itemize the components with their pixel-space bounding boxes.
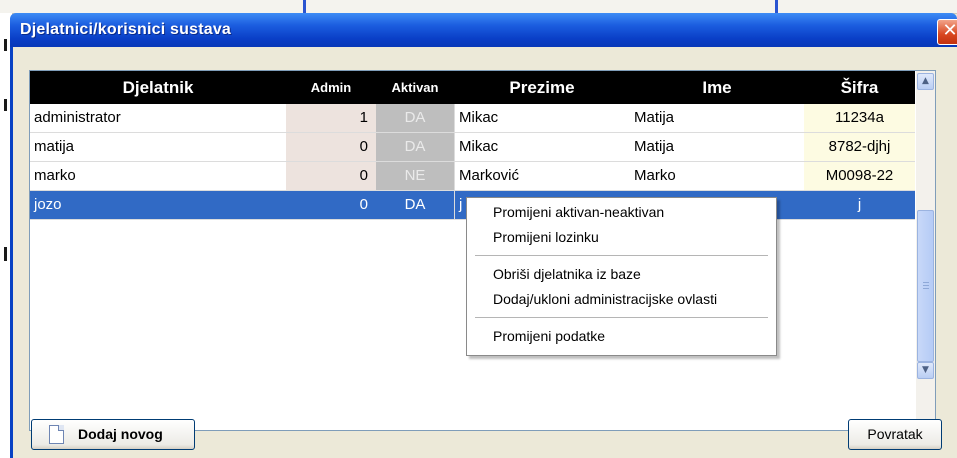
- close-icon: ✕: [942, 20, 957, 41]
- cell-sifra: 11234a: [804, 104, 915, 132]
- context-menu: Promijeni aktivan-neaktivan Promijeni lo…: [466, 197, 777, 356]
- scroll-down-button[interactable]: ▼: [917, 362, 934, 379]
- scroll-up-button[interactable]: ▲: [917, 73, 934, 90]
- cell-ime: Matija: [634, 109, 675, 126]
- cell-djelatnik: marko: [34, 167, 76, 184]
- back-button[interactable]: Povratak: [848, 419, 942, 450]
- cell-djelatnik: matija: [34, 138, 75, 155]
- background-marker: [4, 39, 7, 51]
- cell-djelatnik: administrator: [34, 109, 121, 126]
- cell-admin: 0: [286, 162, 376, 190]
- add-new-button[interactable]: Dodaj novog: [31, 419, 195, 450]
- background-marker: [4, 99, 7, 111]
- cell-prezime: Mikac: [454, 104, 630, 132]
- table-row[interactable]: marko 0 NE Marković Marko M0098-22: [30, 162, 915, 191]
- cell-djelatnik: jozo: [34, 196, 62, 213]
- title-bar[interactable]: Djelatnici/korisnici sustava ✕: [10, 13, 957, 47]
- grip-line: [923, 288, 929, 289]
- document-icon: [49, 425, 64, 444]
- menu-item-toggle-active[interactable]: Promijeni aktivan-neaktivan: [493, 202, 664, 222]
- menu-separator: [475, 255, 768, 256]
- window-title: Djelatnici/korisnici sustava: [20, 21, 232, 38]
- menu-item-admin-rights[interactable]: Dodaj/ukloni administracijske ovlasti: [493, 289, 717, 309]
- menu-item-delete-employee[interactable]: Obriši djelatnika iz baze: [493, 264, 641, 284]
- scrollbar-thumb[interactable]: [917, 210, 934, 362]
- grip-line: [923, 282, 929, 283]
- table-row[interactable]: matija 0 DA Mikac Matija 8782-djhj: [30, 133, 915, 162]
- cell-aktivan: DA: [376, 104, 454, 132]
- background-window-strip: [0, 0, 957, 14]
- background-marker: [303, 0, 306, 13]
- column-header-admin[interactable]: Admin: [286, 71, 376, 104]
- cell-ime: Marko: [634, 167, 676, 184]
- column-header-ime[interactable]: Ime: [630, 71, 804, 104]
- chevron-down-icon: ▼: [922, 365, 929, 375]
- column-header-prezime[interactable]: Prezime: [454, 71, 630, 104]
- vertical-scrollbar[interactable]: ▲ ▼: [916, 71, 935, 430]
- cell-admin: 0: [359, 196, 368, 213]
- background-marker: [775, 0, 778, 13]
- column-header-aktivan[interactable]: Aktivan: [376, 71, 454, 104]
- menu-separator: [475, 317, 768, 318]
- cell-prezime: Marković: [454, 162, 630, 190]
- table-row[interactable]: administrator 1 DA Mikac Matija 11234a: [30, 104, 915, 133]
- cell-sifra: M0098-22: [804, 162, 915, 190]
- column-header-djelatnik[interactable]: Djelatnik: [30, 71, 286, 104]
- add-new-label: Dodaj novog: [78, 426, 163, 442]
- grip-line: [923, 285, 929, 286]
- cell-sifra: j: [857, 196, 862, 213]
- column-header-sifra[interactable]: Šifra: [804, 71, 915, 104]
- background-marker: [4, 247, 7, 261]
- cell-aktivan: NE: [376, 162, 454, 190]
- menu-item-edit-data[interactable]: Promijeni podatke: [493, 326, 605, 346]
- grid-header: Djelatnik Admin Aktivan Prezime Ime Šifr…: [30, 71, 915, 104]
- cell-aktivan: DA: [376, 133, 454, 161]
- cell-sifra: 8782-djhj: [804, 133, 915, 161]
- cell-prezime: Mikac: [454, 133, 630, 161]
- menu-item-change-password[interactable]: Promijeni lozinku: [493, 227, 599, 247]
- cell-aktivan: DA: [404, 196, 426, 213]
- close-button[interactable]: ✕: [937, 19, 957, 45]
- chevron-up-icon: ▲: [922, 76, 929, 86]
- cell-admin: 0: [286, 133, 376, 161]
- cell-admin: 1: [286, 104, 376, 132]
- cell-ime: Matija: [634, 138, 675, 155]
